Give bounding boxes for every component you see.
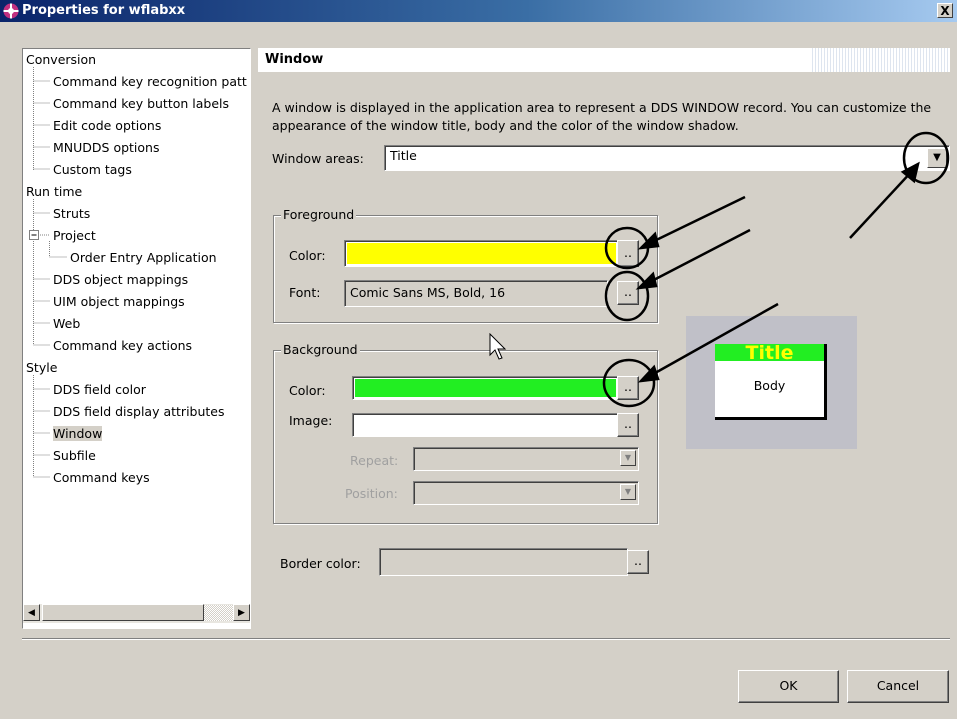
tree-item-edit-code-options[interactable]: Edit code options bbox=[53, 117, 161, 135]
tree-item-style[interactable]: Style bbox=[26, 359, 57, 377]
annotation-arrow-1 bbox=[647, 195, 746, 246]
window-preview: Title Body bbox=[686, 316, 857, 449]
background-image-field[interactable] bbox=[352, 413, 619, 437]
chevron-down-icon: ▼ bbox=[620, 450, 636, 466]
background-position-label: Position: bbox=[345, 486, 398, 501]
tree-item-uim-object-mappings[interactable]: UIM object mappings bbox=[53, 293, 185, 311]
foreground-color-field[interactable] bbox=[344, 240, 619, 267]
border-color-browse-button[interactable]: .. bbox=[627, 550, 649, 574]
foreground-font-browse-button[interactable]: .. bbox=[617, 281, 639, 305]
tree-item-dds-field-color[interactable]: DDS field color bbox=[53, 381, 146, 399]
tree-item-dds-object-mappings[interactable]: DDS object mappings bbox=[53, 271, 188, 289]
tree-item-run-time[interactable]: Run time bbox=[26, 183, 82, 201]
foreground-color-swatch bbox=[347, 243, 616, 264]
mouse-cursor-icon bbox=[489, 333, 507, 360]
foreground-color-browse-button[interactable]: .. bbox=[617, 240, 639, 267]
close-button[interactable]: X bbox=[937, 3, 953, 18]
tree-horizontal-scrollbar[interactable]: ◀ ▶ bbox=[23, 604, 250, 623]
background-repeat-select: ▼ bbox=[413, 447, 639, 471]
foreground-font-value: Comic Sans MS, Bold, 16 bbox=[350, 285, 506, 300]
chevron-down-icon[interactable]: ▼ bbox=[927, 148, 947, 168]
scroll-left-button[interactable]: ◀ bbox=[23, 604, 40, 621]
scroll-track[interactable] bbox=[204, 605, 233, 621]
scroll-left-icon: ◀ bbox=[28, 608, 35, 618]
scroll-thumb[interactable] bbox=[42, 604, 204, 621]
cancel-button[interactable]: Cancel bbox=[847, 670, 949, 703]
tree-item-project[interactable]: Project bbox=[53, 227, 96, 245]
background-color-field[interactable] bbox=[352, 376, 619, 400]
background-color-browse-button[interactable]: .. bbox=[617, 376, 639, 400]
page-description: A window is displayed in the application… bbox=[272, 100, 932, 133]
tree-item-dds-field-display-attributes[interactable]: DDS field display attributes bbox=[53, 403, 225, 421]
header-decoration bbox=[810, 48, 950, 72]
preview-body: Body bbox=[753, 378, 786, 393]
foreground-font-label: Font: bbox=[289, 285, 321, 300]
tree-item-order-entry-application[interactable]: Order Entry Application bbox=[70, 249, 217, 267]
tree-item-conversion[interactable]: Conversion bbox=[26, 51, 96, 69]
background-color-swatch bbox=[355, 379, 616, 397]
button-separator bbox=[22, 638, 950, 640]
chevron-down-icon: ▼ bbox=[620, 484, 636, 500]
background-color-label: Color: bbox=[289, 383, 326, 398]
tree-item-command-key-actions[interactable]: Command key actions bbox=[53, 337, 192, 355]
border-color-field[interactable] bbox=[379, 548, 628, 576]
tree-item-command-keys[interactable]: Command keys bbox=[53, 469, 150, 487]
page-header: Window bbox=[258, 48, 950, 72]
page-title: Window bbox=[265, 52, 324, 67]
tree-item-web[interactable]: Web bbox=[53, 315, 80, 333]
collapse-icon[interactable] bbox=[29, 230, 39, 240]
preview-title: Title bbox=[715, 344, 824, 361]
tree-item-command-key-button-labels[interactable]: Command key button labels bbox=[53, 95, 229, 113]
annotation-arrow-4 bbox=[849, 169, 914, 239]
tree-item-struts[interactable]: Struts bbox=[53, 205, 90, 223]
foreground-color-label: Color: bbox=[289, 248, 326, 263]
window-areas-select[interactable]: Title ▼ bbox=[384, 145, 950, 171]
ok-button[interactable]: OK bbox=[738, 670, 839, 703]
tree-item-command-key-recognition[interactable]: Command key recognition patt bbox=[53, 73, 247, 91]
preview-window: Title Body bbox=[715, 344, 827, 420]
scroll-right-button[interactable]: ▶ bbox=[233, 604, 250, 621]
window-areas-label: Window areas: bbox=[272, 151, 364, 166]
tree-item-mnudds-options[interactable]: MNUDDS options bbox=[53, 139, 159, 157]
border-color-label: Border color: bbox=[280, 556, 361, 571]
window-title: Properties for wflabxx bbox=[22, 3, 186, 18]
annotation-arrow-2 bbox=[645, 228, 751, 286]
background-repeat-label: Repeat: bbox=[350, 453, 399, 468]
background-image-browse-button[interactable]: .. bbox=[617, 413, 639, 437]
window-areas-value: Title bbox=[390, 148, 417, 163]
background-image-label: Image: bbox=[289, 413, 333, 428]
property-tree[interactable]: Conversion Command key recognition patt … bbox=[22, 48, 251, 629]
background-position-select: ▼ bbox=[413, 481, 639, 505]
title-bar: Properties for wflabxx X bbox=[0, 0, 957, 22]
tree-item-custom-tags[interactable]: Custom tags bbox=[53, 161, 132, 179]
app-icon bbox=[3, 3, 19, 19]
tree-item-subfile[interactable]: Subfile bbox=[53, 447, 96, 465]
background-group-label: Background bbox=[281, 342, 360, 357]
tree-item-window[interactable]: Window bbox=[53, 425, 103, 443]
scroll-right-icon: ▶ bbox=[238, 608, 245, 618]
close-icon: X bbox=[940, 4, 950, 18]
foreground-font-field: Comic Sans MS, Bold, 16 bbox=[344, 280, 608, 307]
foreground-group-label: Foreground bbox=[281, 207, 357, 222]
